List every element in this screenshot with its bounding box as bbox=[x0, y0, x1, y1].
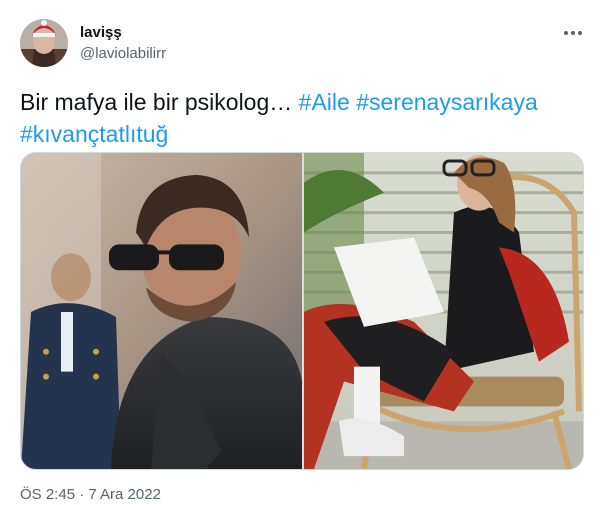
tweet-card: lavişş @laviolabilirr Bir mafya ile bir … bbox=[0, 0, 601, 505]
tweet-media[interactable] bbox=[20, 152, 584, 470]
hashtag-serenaysarikaya[interactable]: #serenaysarıkaya bbox=[356, 89, 538, 115]
tweet-text-plain: Bir mafya ile bir psikolog… bbox=[20, 89, 299, 115]
tweet-text: Bir mafya ile bir psikolog… #Aile #seren… bbox=[20, 86, 580, 150]
user-handle[interactable]: @laviolabilirr bbox=[80, 45, 166, 62]
tweet-timestamp[interactable]: ÖS 2:45 · 7 Ara 2022 bbox=[20, 486, 161, 503]
hashtag-kivanctatlitug[interactable]: #kıvançtatlıtuğ bbox=[20, 121, 168, 147]
photo-man-sunglasses[interactable] bbox=[21, 153, 302, 469]
more-dots-icon[interactable] bbox=[558, 22, 588, 44]
avatar[interactable] bbox=[20, 19, 68, 67]
hashtag-aile[interactable]: #Aile bbox=[299, 89, 350, 115]
photo-woman-chair[interactable] bbox=[304, 153, 583, 469]
display-name[interactable]: lavişş bbox=[80, 24, 122, 41]
